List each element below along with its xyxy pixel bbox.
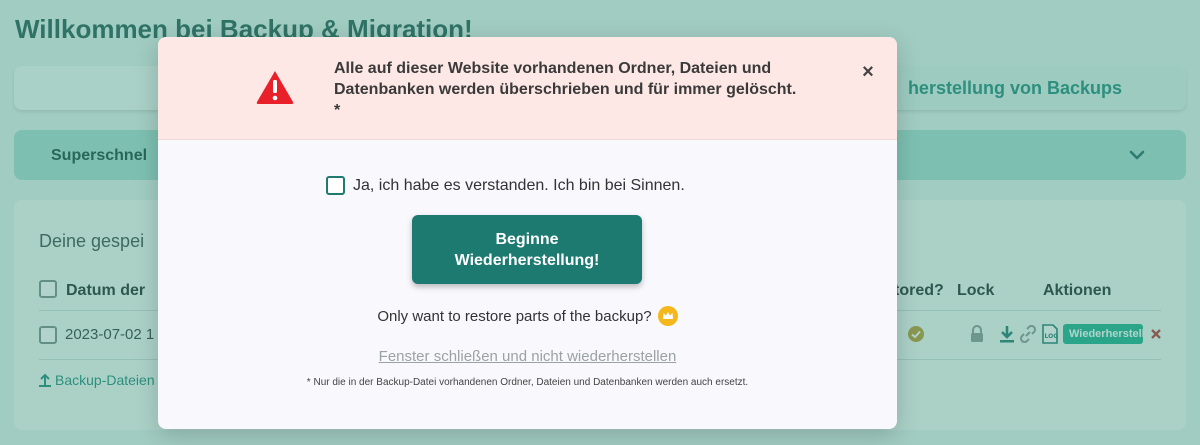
- confirm-checkbox-row[interactable]: Ja, ich habe es verstanden. Ich bin bei …: [326, 176, 685, 195]
- footnote: * Nur die in der Backup-Datei vorhandene…: [306, 377, 749, 388]
- confirm-label: Ja, ich habe es verstanden. Ich bin bei …: [353, 176, 685, 194]
- restore-confirm-modal: Alle auf dieser Website vorhandenen Ordn…: [158, 37, 897, 429]
- begin-restore-label: Beginne Wiederherstellung!: [454, 230, 600, 269]
- warning-icon: [256, 71, 294, 104]
- warning-text: Alle auf dieser Website vorhandenen Ordn…: [334, 60, 797, 119]
- close-icon[interactable]: ×: [858, 62, 878, 82]
- crown-icon[interactable]: [657, 306, 678, 326]
- modal-warning-header: Alle auf dieser Website vorhandenen Ordn…: [158, 37, 897, 140]
- begin-restore-button[interactable]: Beginne Wiederherstellung!: [412, 215, 642, 284]
- partial-restore-text: Only want to restore parts of the backup…: [377, 307, 652, 325]
- confirm-checkbox[interactable]: [326, 176, 345, 195]
- cancel-link[interactable]: Fenster schließen und nicht wiederherste…: [158, 348, 897, 365]
- partial-restore-row: Only want to restore parts of the backup…: [158, 306, 897, 326]
